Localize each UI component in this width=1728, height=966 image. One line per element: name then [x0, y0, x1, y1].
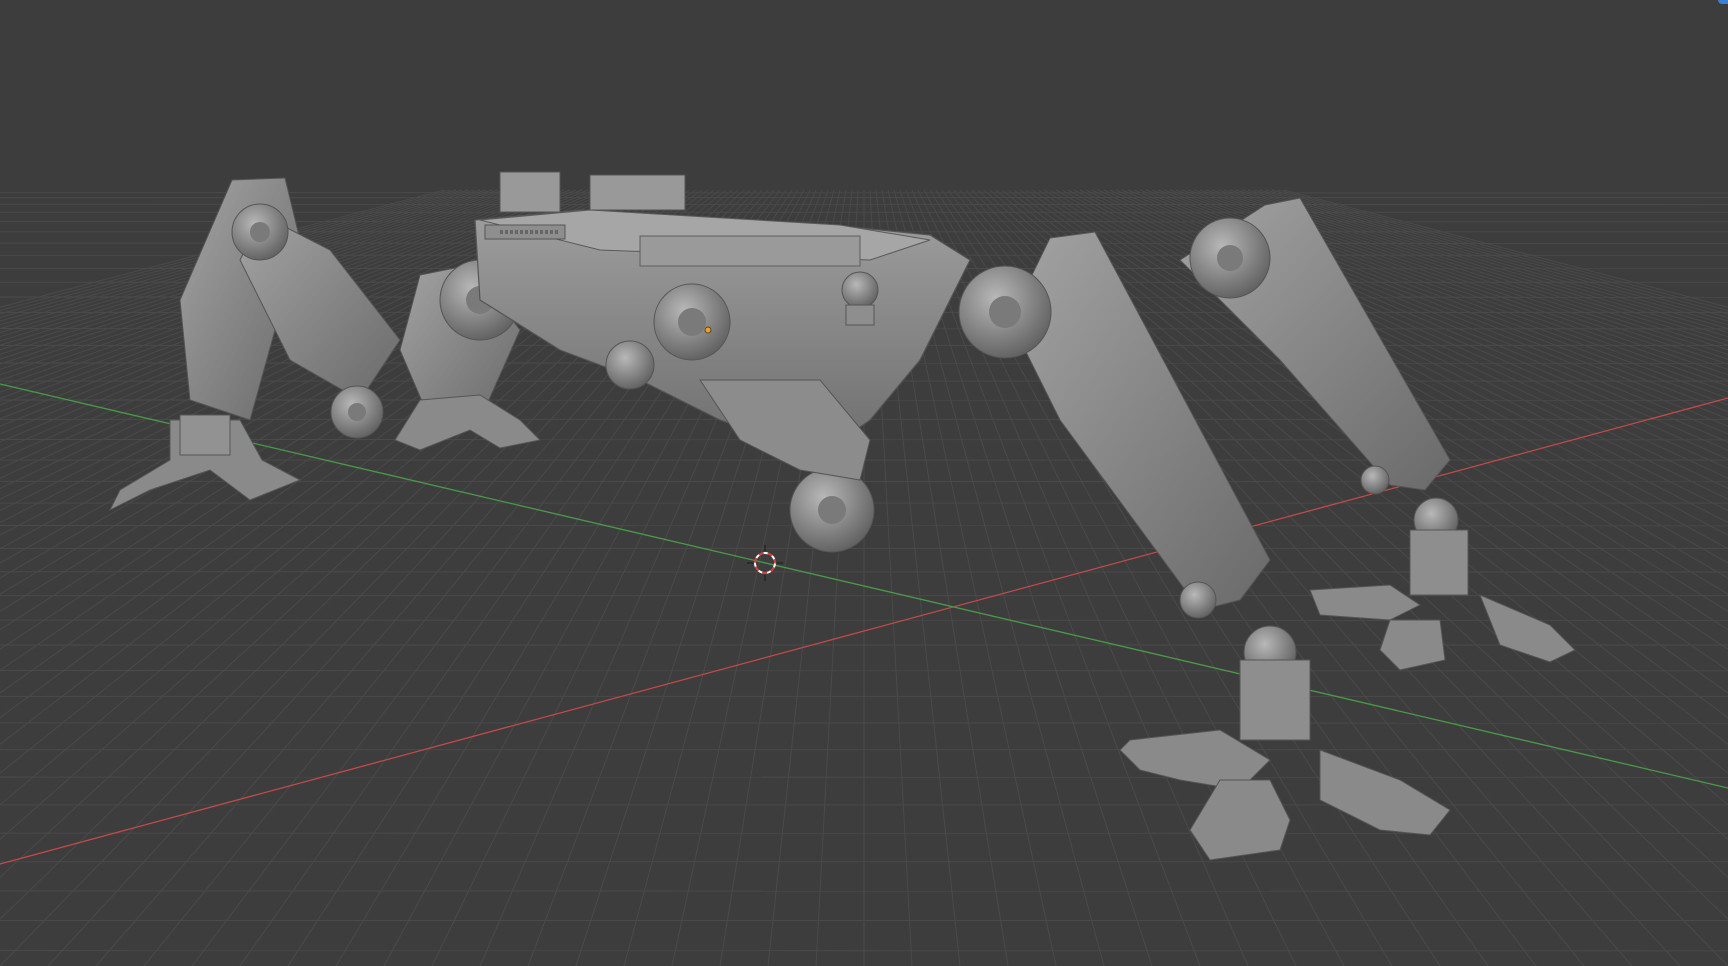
- object-origin-icon[interactable]: [704, 326, 712, 334]
- 3d-viewport[interactable]: [0, 0, 1728, 966]
- viewport-canvas[interactable]: [0, 0, 1728, 966]
- corner-indicator: [1718, 0, 1728, 4]
